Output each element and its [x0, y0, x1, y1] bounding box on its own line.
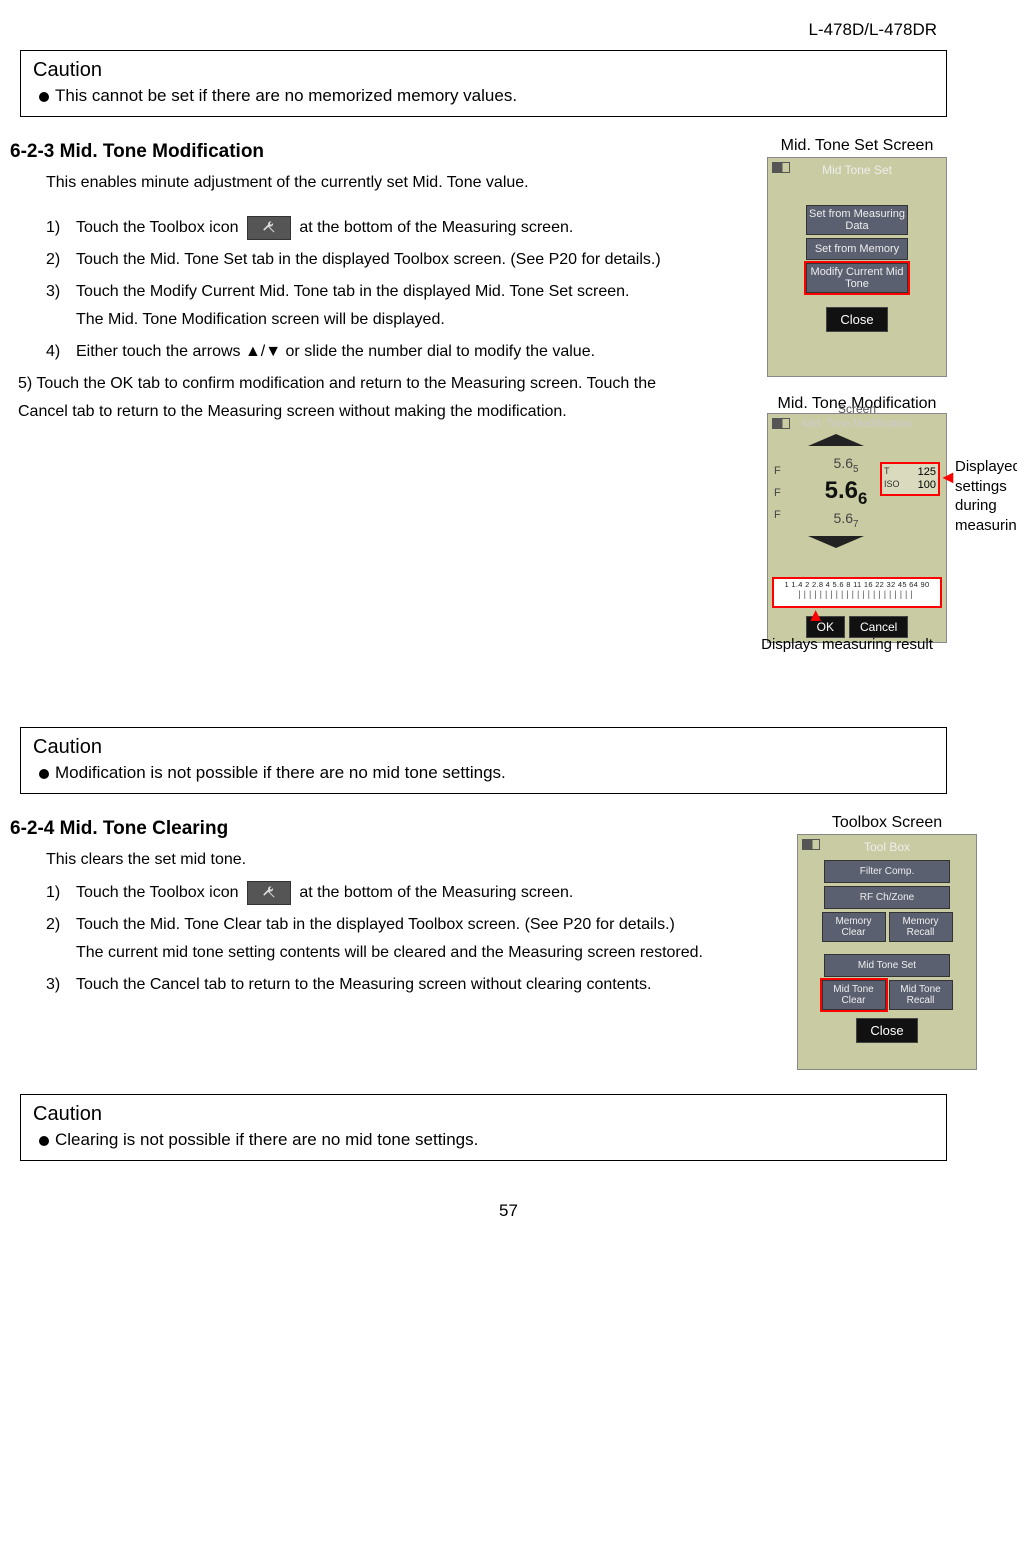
step-1: 1) Touch the Toolbox icon at the bottom …: [46, 214, 701, 242]
midtoneset-caption: Mid. Tone Set Screen: [707, 137, 1007, 155]
caution-text: Clearing is not possible if there are no…: [55, 1130, 478, 1149]
caution-title: Caution: [33, 1103, 934, 1126]
step-2: 2) Touch the Mid. Tone Set tab in the di…: [46, 246, 701, 274]
header-model: L-478D/L-478DR: [10, 20, 1007, 40]
midtone-clear-button[interactable]: Mid Tone Clear: [822, 980, 886, 1010]
device-title: Mid. Tone Modification: [768, 414, 946, 430]
battery-icon: [772, 418, 790, 429]
step-number: 2): [46, 911, 76, 967]
midtoneset-device: Mid Tone Set Set from Measuring Data Set…: [767, 157, 947, 377]
step2-body: Touch the Mid. Tone Set tab in the displ…: [76, 246, 701, 274]
device-title: Tool Box: [802, 839, 972, 857]
step-5: 5) Touch the OK tab to confirm modificat…: [18, 370, 701, 426]
filter-comp-button[interactable]: Filter Comp.: [824, 860, 950, 883]
set-from-measuring-button[interactable]: Set from Measuring Data: [806, 205, 908, 235]
battery-icon: [772, 162, 790, 173]
midtonemod-device: Mid. Tone Modification Screen F F F 5.65…: [767, 413, 947, 643]
step-number: 4): [46, 338, 76, 366]
arrow-up-icon[interactable]: [808, 434, 864, 446]
caption-sub: Screen: [768, 402, 946, 416]
annot-displayed-settings: Displayed settings during measuring: [955, 457, 1015, 535]
step1-a: Touch the Toolbox icon: [76, 219, 238, 236]
midtone-set-button[interactable]: Mid Tone Set: [824, 954, 950, 977]
caution-box-2: Caution Modification is not possible if …: [20, 727, 947, 794]
caution-text: This cannot be set if there are no memor…: [55, 86, 517, 105]
step-3: 3) Touch the Cancel tab to return to the…: [46, 971, 761, 999]
step2b: The current mid tone setting contents wi…: [76, 939, 761, 967]
displayed-settings-box: T125 ISO100: [880, 462, 940, 496]
caution-body: Modification is not possible if there ar…: [39, 763, 934, 783]
close-button[interactable]: Close: [826, 307, 888, 332]
memory-recall-button[interactable]: Memory Recall: [889, 912, 953, 942]
caution-title: Caution: [33, 59, 934, 82]
section-intro-624: This clears the set mid tone.: [46, 846, 761, 873]
step1-b: at the bottom of the Measuring screen.: [299, 219, 573, 236]
arrow-up-red-icon: ◄: [805, 607, 826, 625]
step-number: 1): [46, 879, 76, 907]
section-title-624: 6-2-4 Mid. Tone Clearing: [10, 818, 761, 840]
step-number: 3): [46, 278, 76, 334]
step1-b: at the bottom of the Measuring screen.: [299, 884, 573, 901]
device-title: Mid Tone Set: [772, 162, 942, 180]
step4-body: Either touch the arrows ▲/▼ or slide the…: [76, 338, 701, 366]
toolbox-device: Tool Box Filter Comp. RF Ch/Zone Memory …: [797, 834, 977, 1070]
midtone-recall-button[interactable]: Mid Tone Recall: [889, 980, 953, 1010]
step-number: 1): [46, 214, 76, 242]
step-1: 1) Touch the Toolbox icon at the bottom …: [46, 879, 761, 907]
scale-bar: 1 1.4 2 2.8 4 5.6 8 11 16 22 32 45 64 90…: [772, 577, 942, 608]
step-number: 3): [46, 971, 76, 999]
section-title-623: 6-2-3 Mid. Tone Modification: [10, 141, 701, 163]
caution-text: Modification is not possible if there ar…: [55, 763, 506, 782]
step3a: Touch the Modify Current Mid. Tone tab i…: [76, 278, 701, 306]
bullet-icon: [39, 1136, 49, 1146]
battery-icon: [802, 839, 820, 850]
f-labels: F F F: [774, 460, 781, 526]
step2a: Touch the Mid. Tone Clear tab in the dis…: [76, 911, 761, 939]
annot-measuring-result: Displays measuring result: [717, 635, 977, 655]
modify-current-midtone-button[interactable]: Modify Current Mid Tone: [806, 263, 908, 293]
bullet-icon: [39, 92, 49, 102]
caution-box-1: Caution This cannot be set if there are …: [20, 50, 947, 117]
toolbox-icon: [247, 216, 291, 240]
set-from-memory-button[interactable]: Set from Memory: [806, 238, 908, 260]
section-intro-623: This enables minute adjustment of the cu…: [46, 169, 701, 196]
rf-ch-zone-button[interactable]: RF Ch/Zone: [824, 886, 950, 909]
toolbox-caption: Toolbox Screen: [767, 814, 1007, 832]
caution-body: Clearing is not possible if there are no…: [39, 1130, 934, 1150]
bullet-icon: [39, 769, 49, 779]
step3-body: Touch the Cancel tab to return to the Me…: [76, 971, 761, 999]
caution-body: This cannot be set if there are no memor…: [39, 86, 934, 106]
step-4: 4) Either touch the arrows ▲/▼ or slide …: [46, 338, 701, 366]
step1-a: Touch the Toolbox icon: [76, 884, 238, 901]
step3b: The Mid. Tone Modification screen will b…: [76, 306, 701, 334]
step-2: 2) Touch the Mid. Tone Clear tab in the …: [46, 911, 761, 967]
arrow-down-icon[interactable]: [808, 536, 864, 548]
caution-title: Caution: [33, 736, 934, 759]
memory-clear-button[interactable]: Memory Clear: [822, 912, 886, 942]
caution-box-3: Caution Clearing is not possible if ther…: [20, 1094, 947, 1161]
page-number: 57: [10, 1201, 1007, 1221]
step-3: 3) Touch the Modify Current Mid. Tone ta…: [46, 278, 701, 334]
toolbox-icon: [247, 881, 291, 905]
step-number: 2): [46, 246, 76, 274]
close-button[interactable]: Close: [856, 1018, 918, 1043]
